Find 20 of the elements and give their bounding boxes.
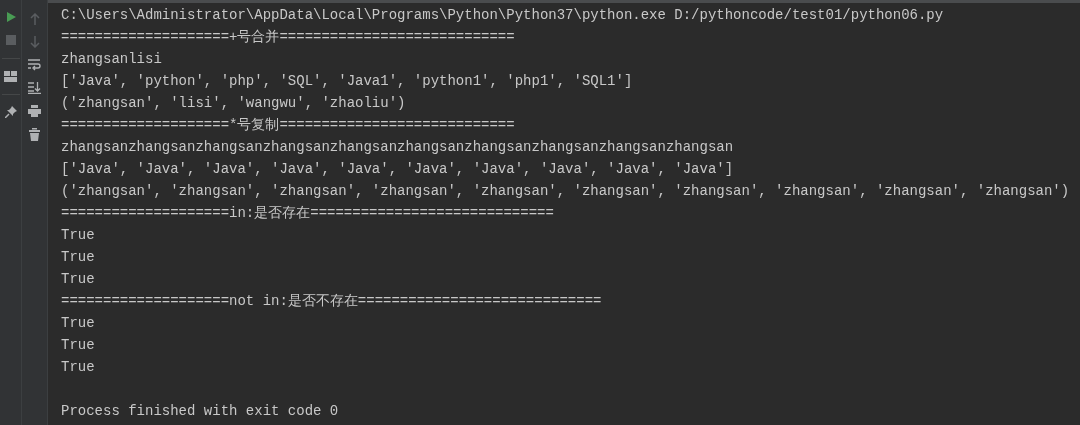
console-line: ('zhangsan', 'lisi', 'wangwu', 'zhaoliu') (61, 94, 407, 113)
console-line: True (61, 358, 96, 377)
console-line: True (61, 314, 96, 333)
console-line: True (61, 248, 96, 267)
console-line: ['Java', 'python', 'php', 'SQL', 'Java1', 'python1', 'php1', 'SQL1'] (61, 72, 634, 91)
exit-message: Process finished with exit code 0 (61, 402, 340, 421)
console-line: ['Java', 'Java', 'Java', 'Java', 'Java', 'Java', 'Java', 'Java', 'Java', 'Java'] (61, 160, 735, 179)
console-line: C:\Users\Administrator\AppData\Local\Programs\Python\Python37\python.exe D:/pythoncode/test01/python06.py (61, 6, 945, 25)
console-line: ('zhangsan', 'zhangsan', 'zhangsan', 'zhangsan', 'zhangsan', 'zhangsan', 'zhangsan', 'zhangsan', 'zhangsan', 'zhangsan') (61, 182, 1071, 201)
scroll-to-end-icon[interactable] (25, 79, 44, 97)
console-line: ====================in:是否存在============================= (61, 204, 555, 223)
print-icon[interactable] (25, 102, 44, 120)
console-line: True (61, 336, 96, 355)
console-line: zhangsanlisi (61, 50, 163, 69)
console-line: True (61, 270, 96, 289)
console-line: True (61, 226, 96, 245)
console-line: ====================not in:是否不存在============================= (61, 292, 603, 311)
console-line: zhangsanzhangsanzhangsanzhangsanzhangsanzhangsanzhangsanzhangsanzhangsanzhangsan (61, 138, 735, 157)
console-line: ====================*号复制============================ (61, 116, 516, 135)
console-line: ====================+号合并============================ (61, 28, 516, 47)
